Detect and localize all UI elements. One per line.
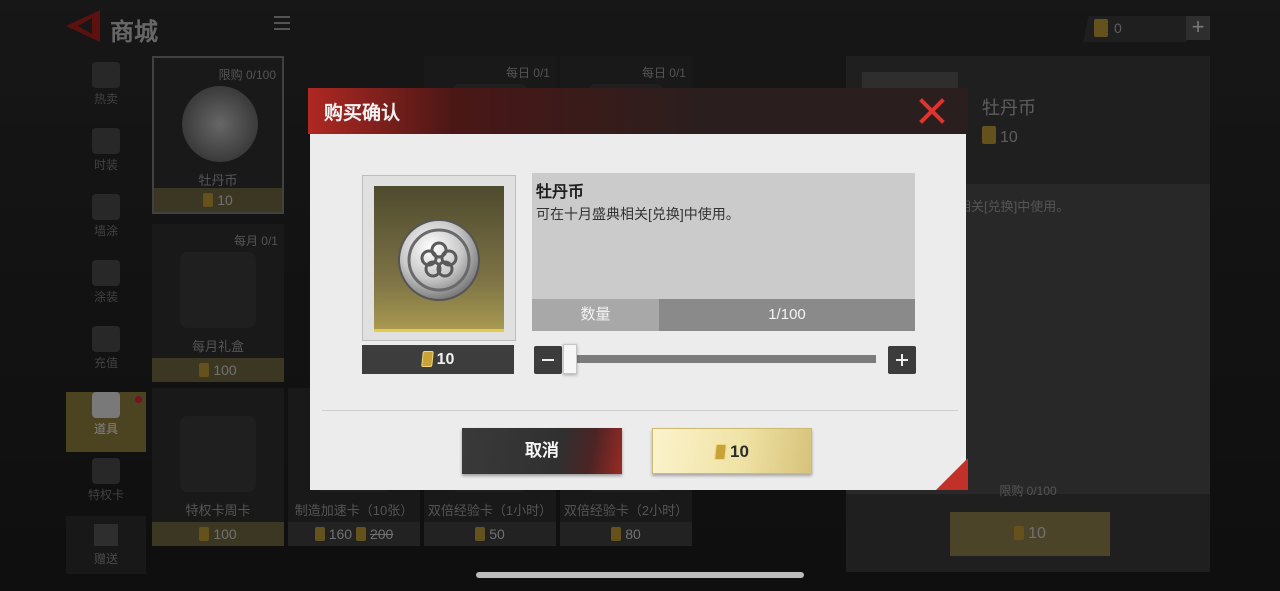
confirm-purchase-button[interactable]: 10: [652, 428, 812, 474]
quantity-value: 1/100: [659, 299, 915, 331]
home-indicator[interactable]: [476, 572, 804, 578]
modal-divider: [322, 410, 958, 411]
modal-header: 购买确认: [308, 88, 968, 134]
item-image: [374, 186, 504, 332]
cancel-button[interactable]: 取消: [462, 428, 622, 474]
item-name: 牡丹币: [536, 184, 585, 201]
item-unit-price: 10: [362, 345, 514, 374]
item-desc-box: [532, 173, 915, 299]
peony-coin-icon: [398, 219, 480, 301]
increase-quantity-button[interactable]: [888, 346, 916, 374]
quantity-slider[interactable]: [564, 355, 876, 363]
decrease-quantity-button[interactable]: [534, 346, 562, 374]
close-button[interactable]: [914, 93, 950, 129]
ticket-icon: [714, 444, 727, 460]
ticket-icon: [420, 351, 434, 367]
modal-corner-accent: [936, 458, 968, 490]
modal-title: 购买确认: [324, 103, 401, 124]
quantity-slider-handle[interactable]: [563, 344, 577, 374]
quantity-label: 数量: [532, 299, 659, 331]
close-icon: [919, 98, 945, 124]
quantity-row: 数量 1/100: [532, 299, 915, 331]
item-description: 可在十月盛典相关[兑换]中使用。: [536, 206, 740, 222]
